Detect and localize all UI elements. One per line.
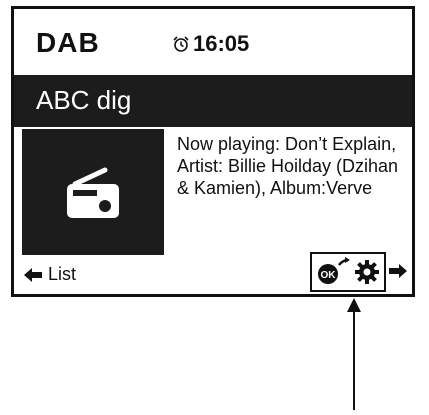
station-name: ABC dig — [36, 85, 132, 115]
now-playing-text: Now playing: Don’t Explain, Artist: Bill… — [177, 134, 399, 198]
mode-label: DAB — [36, 27, 100, 58]
radio-icon — [67, 167, 119, 218]
action-buttons[interactable]: OK — [310, 252, 386, 292]
station-bar: ABC dig — [14, 75, 412, 127]
callout-arrow — [347, 298, 361, 410]
list-label: List — [48, 264, 77, 284]
status-header: DAB 16:05 — [14, 9, 412, 75]
right-arrow-icon[interactable] — [389, 264, 407, 278]
list-button[interactable]: List — [24, 264, 76, 285]
left-arrow-icon — [24, 267, 42, 282]
station-artwork — [22, 129, 164, 255]
clock-display: 16:05 — [172, 31, 249, 57]
alarm-clock-icon — [173, 36, 189, 52]
time-text: 16:05 — [193, 31, 250, 56]
radio-display: DAB 16:05 ABC dig Now playing: Don’t Exp… — [11, 6, 415, 297]
softkey-bar: List OK — [14, 252, 412, 294]
svg-text:OK: OK — [321, 270, 337, 281]
gear-icon[interactable] — [355, 260, 379, 284]
ok-select-icon[interactable]: OK — [317, 257, 351, 287]
